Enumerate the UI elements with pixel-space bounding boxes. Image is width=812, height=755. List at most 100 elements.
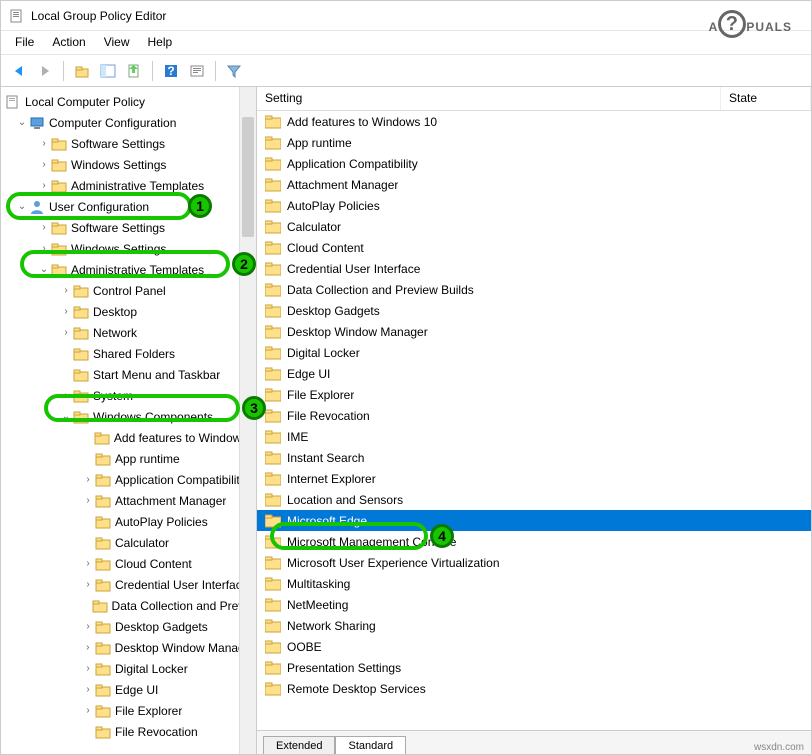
list-item[interactable]: Data Collection and Preview Builds	[257, 279, 811, 300]
menu-file[interactable]: File	[7, 33, 42, 52]
menu-view[interactable]: View	[96, 33, 138, 52]
expander-icon[interactable]: ›	[59, 390, 73, 401]
tree-item[interactable]: Data Collection and Preview Builds	[1, 595, 256, 616]
tree-item[interactable]: Start Menu and Taskbar	[1, 364, 256, 385]
list-item[interactable]: Application Compatibility	[257, 153, 811, 174]
forward-button[interactable]	[33, 60, 57, 82]
tree-item[interactable]: ›Application Compatibility	[1, 469, 256, 490]
export-list-button[interactable]	[122, 60, 146, 82]
expander-icon[interactable]: ›	[81, 495, 95, 506]
policy-tree[interactable]: Local Computer Policy ⌄ Computer Configu…	[1, 87, 256, 754]
tree-item[interactable]: ›File Explorer	[1, 700, 256, 721]
scrollbar-thumb[interactable]	[242, 117, 254, 237]
expander-icon[interactable]: ›	[59, 327, 73, 338]
expander-icon[interactable]: ›	[37, 243, 51, 254]
list-item[interactable]: Microsoft User Experience Virtualization	[257, 552, 811, 573]
tab-standard[interactable]: Standard	[335, 736, 406, 754]
expander-icon[interactable]: ›	[37, 222, 51, 233]
list-item[interactable]: NetMeeting	[257, 594, 811, 615]
list-item[interactable]: Internet Explorer	[257, 468, 811, 489]
expander-icon[interactable]: ›	[81, 621, 95, 632]
list-item[interactable]: Attachment Manager	[257, 174, 811, 195]
list-item[interactable]: File Revocation	[257, 405, 811, 426]
expander-icon[interactable]: ›	[81, 474, 95, 485]
list-item[interactable]: AutoPlay Policies	[257, 195, 811, 216]
expander-icon[interactable]: ›	[81, 663, 95, 674]
tree-item[interactable]: Add features to Windows 10	[1, 427, 256, 448]
menu-action[interactable]: Action	[44, 33, 93, 52]
tree-item[interactable]: ›Digital Locker	[1, 658, 256, 679]
up-button[interactable]	[70, 60, 94, 82]
list-item[interactable]: Desktop Gadgets	[257, 300, 811, 321]
tree-item[interactable]: App runtime	[1, 448, 256, 469]
expander-icon[interactable]: ›	[81, 684, 95, 695]
tree-item-admin-templates[interactable]: ⌄ Administrative Templates	[1, 259, 256, 280]
tree-item[interactable]: ›Windows Settings	[1, 154, 256, 175]
expander-icon[interactable]: ⌄	[59, 411, 73, 422]
list-item[interactable]: Calculator	[257, 216, 811, 237]
list-item[interactable]: IME	[257, 426, 811, 447]
expander-icon[interactable]: ›	[37, 138, 51, 149]
list-item[interactable]: Remote Desktop Services	[257, 678, 811, 699]
tree-root[interactable]: Local Computer Policy	[1, 91, 256, 112]
list-item[interactable]: Digital Locker	[257, 342, 811, 363]
tree-item[interactable]: ›System	[1, 385, 256, 406]
expander-icon[interactable]: ⌄	[15, 117, 29, 128]
tree-item[interactable]: ›Control Panel	[1, 280, 256, 301]
settings-list[interactable]: Add features to Windows 10App runtimeApp…	[257, 111, 811, 730]
back-button[interactable]	[7, 60, 31, 82]
list-item[interactable]: Multitasking	[257, 573, 811, 594]
tree-item[interactable]: ›Software Settings	[1, 217, 256, 238]
tree-item-windows-components[interactable]: ⌄ Windows Components	[1, 406, 256, 427]
tree-item-computer-configuration[interactable]: ⌄ Computer Configuration	[1, 112, 256, 133]
properties-button[interactable]	[185, 60, 209, 82]
expander-icon[interactable]: ›	[81, 642, 95, 653]
tree-item-user-configuration[interactable]: ⌄ User Configuration	[1, 196, 256, 217]
expander-icon[interactable]: ⌄	[15, 201, 29, 212]
tree-item[interactable]: File Revocation	[1, 721, 256, 742]
list-item[interactable]: Microsoft Management Console	[257, 531, 811, 552]
tree-item[interactable]: ›Desktop	[1, 301, 256, 322]
show-hide-tree-button[interactable]	[96, 60, 120, 82]
help-button[interactable]: ?	[159, 60, 183, 82]
column-state[interactable]: State	[721, 87, 811, 110]
tree-item[interactable]: ›Administrative Templates	[1, 175, 256, 196]
tree-item[interactable]: AutoPlay Policies	[1, 511, 256, 532]
list-item[interactable]: File Explorer	[257, 384, 811, 405]
expander-icon[interactable]: ›	[81, 558, 95, 569]
expander-icon[interactable]: ›	[59, 306, 73, 317]
tree-item[interactable]: Calculator	[1, 532, 256, 553]
expander-icon[interactable]: ›	[37, 159, 51, 170]
tree-item[interactable]: Shared Folders	[1, 343, 256, 364]
tree-item[interactable]: ›Credential User Interface	[1, 574, 256, 595]
column-setting[interactable]: Setting	[257, 87, 721, 110]
expander-icon[interactable]: ›	[59, 285, 73, 296]
list-item[interactable]: Credential User Interface	[257, 258, 811, 279]
tree-item[interactable]: ›Desktop Window Manager	[1, 637, 256, 658]
filter-button[interactable]	[222, 60, 246, 82]
list-item[interactable]: Network Sharing	[257, 615, 811, 636]
tree-item[interactable]: ›Software Settings	[1, 133, 256, 154]
tab-extended[interactable]: Extended	[263, 736, 335, 754]
tree-item[interactable]: ›Attachment Manager	[1, 490, 256, 511]
list-item[interactable]: OOBE	[257, 636, 811, 657]
tree-scrollbar[interactable]	[239, 87, 256, 754]
list-item[interactable]: Edge UI	[257, 363, 811, 384]
expander-icon[interactable]: ⌄	[37, 264, 51, 275]
expander-icon[interactable]: ›	[37, 180, 51, 191]
list-item[interactable]: Instant Search	[257, 447, 811, 468]
tree-item[interactable]: ›Cloud Content	[1, 553, 256, 574]
list-item[interactable]: Desktop Window Manager	[257, 321, 811, 342]
list-item[interactable]: Add features to Windows 10	[257, 111, 811, 132]
tree-item[interactable]: ›Windows Settings	[1, 238, 256, 259]
list-item[interactable]: App runtime	[257, 132, 811, 153]
expander-icon[interactable]: ›	[81, 579, 95, 590]
list-item[interactable]: Location and Sensors	[257, 489, 811, 510]
menu-help[interactable]: Help	[140, 33, 181, 52]
tree-item[interactable]: ›Edge UI	[1, 679, 256, 700]
tree-item[interactable]: ›Network	[1, 322, 256, 343]
tree-item[interactable]: ›Desktop Gadgets	[1, 616, 256, 637]
list-item[interactable]: Presentation Settings	[257, 657, 811, 678]
list-item[interactable]: Cloud Content	[257, 237, 811, 258]
list-item[interactable]: Microsoft Edge	[257, 510, 811, 531]
